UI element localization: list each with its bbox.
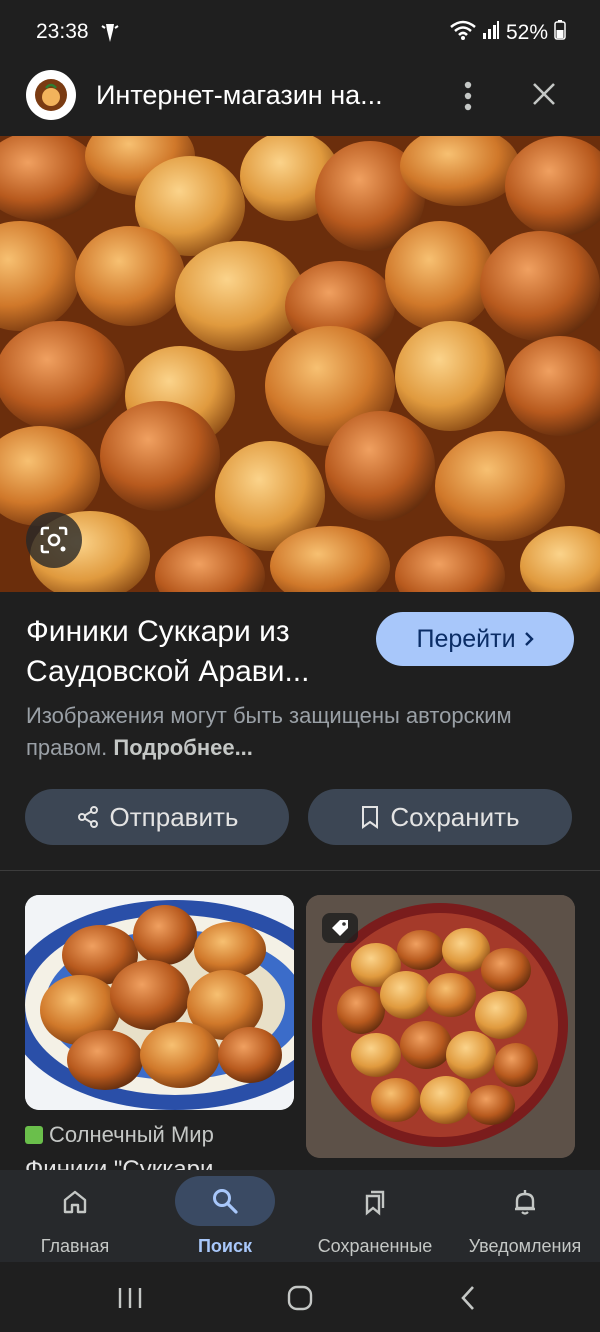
nav-label-home: Главная [40, 1236, 110, 1256]
related-image-1[interactable] [25, 895, 294, 1110]
lens-icon [40, 526, 68, 554]
home-icon [43, 1182, 107, 1222]
result-title-line1: Финики Суккари из [26, 615, 290, 648]
main-image[interactable] [0, 136, 600, 592]
back-icon [461, 1286, 474, 1310]
home-button[interactable] [280, 1280, 320, 1316]
signal-icon [482, 21, 500, 45]
save-button[interactable]: Сохранить [308, 789, 572, 845]
search-icon [175, 1176, 275, 1226]
more-vert-icon [464, 81, 472, 111]
divider [0, 870, 600, 871]
tag-icon [332, 920, 348, 936]
save-button-label: Сохранить [390, 801, 520, 832]
recent-apps-icon [118, 1288, 142, 1308]
source-name: Солнечный Мир [49, 1122, 214, 1147]
nav-label-search: Поиск [197, 1236, 253, 1256]
page-title: Интернет-магазин на... [96, 80, 383, 110]
wifi-icon [450, 20, 476, 46]
product-tag-badge [322, 913, 358, 943]
more-options-button[interactable] [452, 76, 484, 116]
related-source: Солнечный Мир [25, 1122, 214, 1148]
close-icon [533, 83, 555, 105]
bottom-navigation: Главная Поиск Сохраненные Уведомления [0, 1170, 600, 1262]
copyright-text: Изображения могут быть защищены авторски… [26, 703, 512, 760]
nav-item-home[interactable]: Главная [0, 1170, 150, 1262]
share-button[interactable]: Отправить [25, 789, 289, 845]
nav-label-notifications: Уведомления [468, 1236, 582, 1256]
visit-button[interactable]: Перейти [376, 612, 574, 666]
bookmark-icon [362, 806, 379, 829]
status-bar: 23:38 52% [0, 0, 600, 62]
result-title-line2: Саудовской Арави... [26, 655, 310, 688]
nav-item-saved[interactable]: Сохраненные [300, 1170, 450, 1262]
nav-item-search[interactable]: Поиск [150, 1170, 300, 1262]
bell-icon [493, 1182, 557, 1222]
source-favicon [25, 1126, 43, 1144]
flashlight-icon [100, 22, 120, 49]
status-time: 23:38 [36, 20, 89, 43]
learn-more-link[interactable]: Подробнее... [113, 735, 253, 760]
result-title[interactable]: Финики Суккари из Саудовской Арави... [26, 612, 366, 692]
app-bar: Интернет-магазин на... [0, 62, 600, 136]
nav-item-notifications[interactable]: Уведомления [450, 1170, 600, 1262]
battery-icon [554, 20, 566, 46]
system-navigation [0, 1262, 600, 1332]
chevron-right-icon [524, 632, 534, 646]
copyright-notice: Изображения могут быть защищены авторски… [26, 700, 566, 764]
recent-apps-button[interactable] [110, 1280, 150, 1316]
back-button[interactable] [448, 1280, 488, 1316]
share-button-label: Отправить [109, 801, 239, 832]
nav-label-saved: Сохраненные [317, 1236, 433, 1256]
bookmarks-icon [343, 1182, 407, 1222]
share-icon [77, 806, 98, 828]
related-image-2[interactable] [306, 895, 575, 1158]
home-circle-icon [287, 1285, 313, 1311]
visit-button-label: Перейти [416, 624, 516, 653]
battery-level: 52% [505, 21, 548, 44]
site-favicon [26, 70, 76, 120]
google-lens-button[interactable] [26, 512, 82, 568]
close-button[interactable] [524, 74, 564, 114]
